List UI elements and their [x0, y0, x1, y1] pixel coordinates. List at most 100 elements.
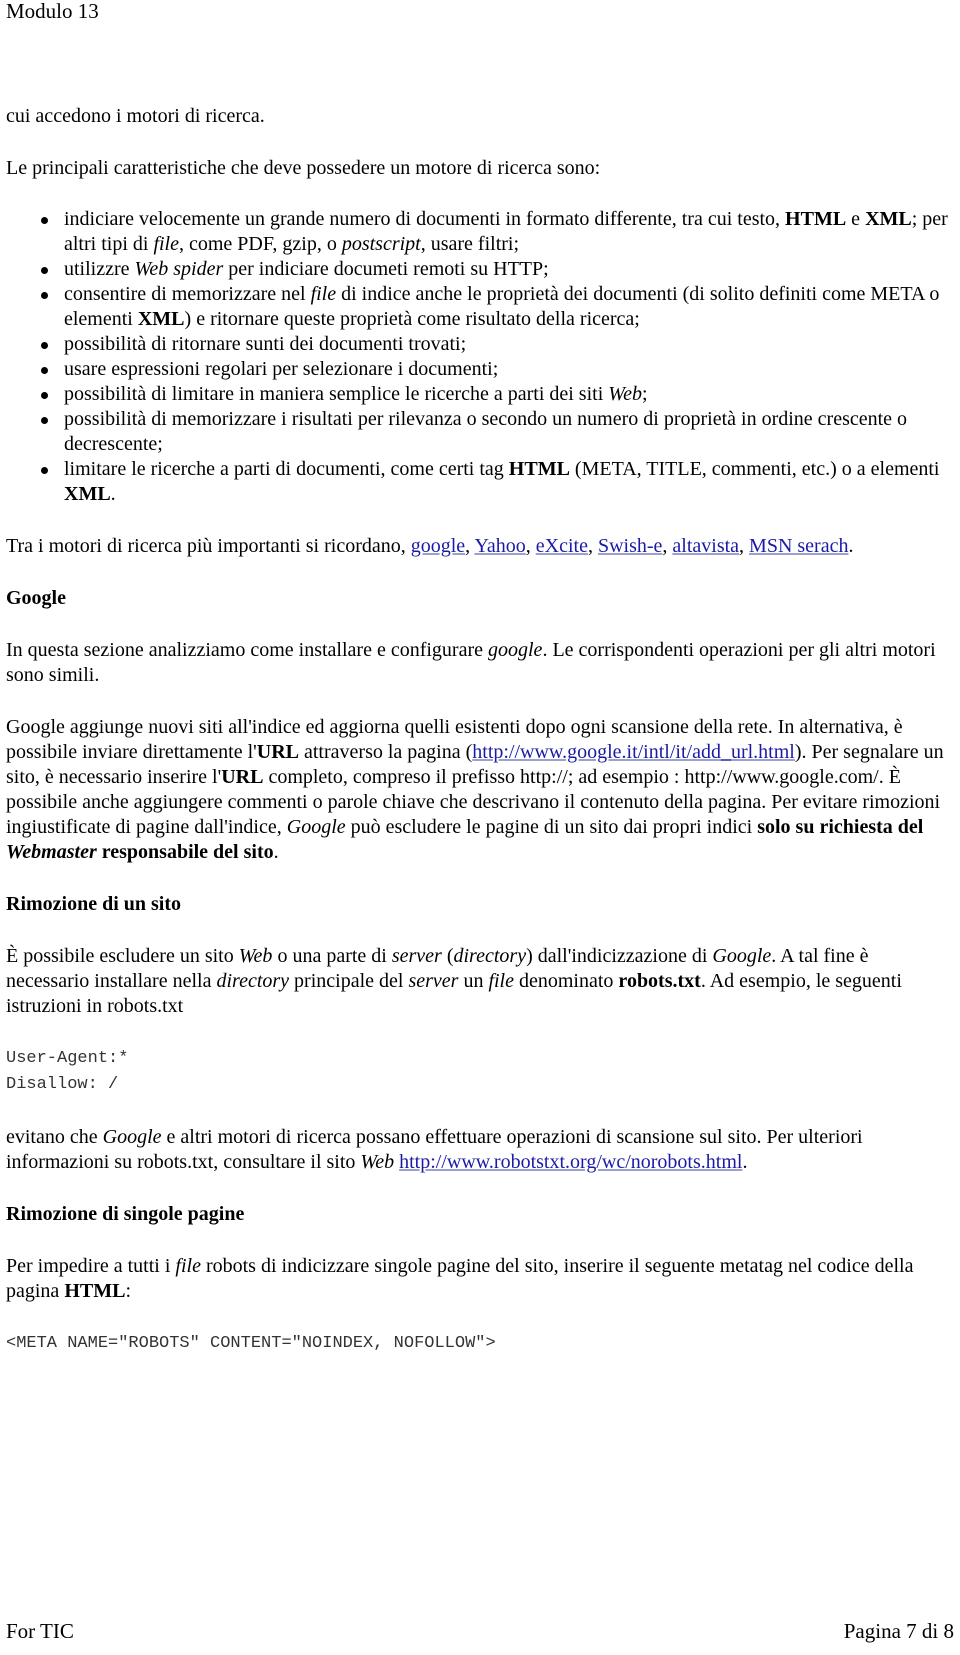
bullet-icon [41, 392, 48, 399]
text-run: attraverso la pagina ( [299, 741, 473, 763]
text-run: indiciare velocemente un grande numero d… [64, 208, 786, 230]
bold-text: URL [221, 766, 264, 788]
module-title: Modulo 13 [6, 0, 99, 23]
text-run: ) dall'indicizzazione di [526, 945, 713, 967]
italic-text: server [391, 945, 442, 967]
text-run: . [742, 1151, 748, 1173]
search-engine-link-altavista[interactable]: altavista [672, 535, 739, 557]
separator: , [662, 535, 673, 557]
feature-list-item: usare espressioni regolari per seleziona… [41, 357, 954, 382]
engines-lead: Tra i motori di ricerca più importanti s… [6, 535, 411, 557]
feature-list-item: possibilità di limitare in maniera sempl… [41, 382, 954, 407]
text-run: ) e ritornare queste proprietà come risu… [184, 308, 640, 330]
italic-text: directory [453, 945, 527, 967]
bold-text: XML [137, 308, 185, 330]
bold-text: HTML [785, 208, 847, 230]
italic-text: Google [102, 1126, 162, 1148]
bold-text: robots.txt [618, 970, 701, 992]
search-engine-link-excite[interactable]: eXcite [536, 535, 588, 557]
search-engine-link-yahoo[interactable]: Yahoo [474, 535, 525, 557]
features-lead: Le principali caratteristiche che deve p… [6, 157, 601, 179]
search-engine-link-msn-serach[interactable]: MSN serach [749, 535, 848, 557]
feature-list-item: possibilità di ritornare sunti dei docum… [41, 332, 954, 357]
bold-text: XML [64, 483, 111, 505]
bold-text: HTML [508, 458, 570, 480]
text-run: possibilità di ritornare sunti dei docum… [64, 333, 467, 355]
bullet-icon [41, 467, 48, 474]
engines-links: google, Yahoo, eXcite, Swish-e, altavist… [411, 535, 854, 557]
inline-link[interactable]: http://www.google.it/intl/it/add_url.htm… [472, 741, 795, 763]
continuation-text: cui accedono i motori di ricerca. [6, 105, 265, 127]
italic-text: server [408, 970, 459, 992]
section-heading-site-removal: Rimozione di un sito [6, 893, 182, 915]
search-engine-link-swish-e[interactable]: Swish-e [598, 535, 662, 557]
italic-text: file [175, 1255, 201, 1277]
bold-text: XML [865, 208, 912, 230]
italic-text: postscript [341, 233, 421, 255]
italic-text: file [153, 233, 179, 255]
text-run: È possibile escludere un sito [6, 945, 239, 967]
site-removal-paragraph: È possibile escludere un sito Web o una … [6, 944, 954, 1019]
section-heading-google: Google [6, 587, 66, 609]
page-footer: For TIC Pagina 7 di 8 [6, 1618, 954, 1644]
text-run: . [273, 841, 279, 863]
bullet-icon [41, 417, 48, 424]
text-run: (META, TITLE, commenti, etc.) o a elemen… [569, 458, 940, 480]
text-run: In questa sezione analizziamo come insta… [6, 639, 488, 661]
text-run: un [458, 970, 489, 992]
bold-text: URL [256, 741, 299, 763]
inline-link[interactable]: http://www.robotstxt.org/wc/norobots.htm… [399, 1151, 742, 1173]
italic-text: file [310, 283, 337, 305]
text-run: : [125, 1280, 131, 1302]
text-run: o una parte di [272, 945, 392, 967]
text-run: ( [441, 945, 454, 967]
text-run: e [846, 208, 866, 230]
document-body: cui accedono i motori di ricerca. Le pri… [6, 104, 954, 1384]
text-run: evitano che [6, 1126, 103, 1148]
section-heading-page-removal: Rimozione di singole pagine [6, 1203, 245, 1225]
italic-text: directory [216, 970, 290, 992]
features-list: indiciare velocemente un grande numero d… [6, 207, 954, 507]
text-run: . [110, 483, 116, 505]
meta-tag-code: <META NAME="ROBOTS" CONTENT="NOINDEX, NO… [6, 1334, 496, 1353]
text-run: possibilità di limitare in maniera sempl… [64, 383, 609, 405]
italic-text: Google [712, 945, 772, 967]
google-intro-paragraph: In questa sezione analizziamo come insta… [6, 638, 954, 688]
page-header: Modulo 13 [6, 0, 99, 24]
italic-text: Google [286, 816, 346, 838]
page-removal-paragraph: Per impedire a tutti i file robots di in… [6, 1254, 954, 1304]
feature-list-item: indiciare velocemente un grande numero d… [41, 207, 954, 257]
text-run: possibilità di memorizzare i risultati p… [64, 408, 908, 455]
feature-list-item: possibilità di memorizzare i risultati p… [41, 407, 954, 457]
italic-text: google [488, 639, 543, 661]
engines-paragraph: Tra i motori di ricerca più importanti s… [6, 534, 954, 559]
text-run: Per impedire a tutti i [6, 1255, 176, 1277]
bold-text: responsabile del sito [96, 841, 274, 863]
italic-text: Web [608, 383, 642, 405]
text-run: può escludere le pagine di un sito dai p… [345, 816, 758, 838]
text-run: principale del [289, 970, 409, 992]
search-engine-link-google[interactable]: google [411, 535, 465, 557]
robots-txt-code: User-Agent:* Disallow: / [6, 1049, 129, 1094]
google-indexing-paragraph: Google aggiunge nuovi siti all'indice ed… [6, 715, 954, 865]
feature-list-item: utilizzre Web spider per indiciare docum… [41, 257, 954, 282]
feature-list-item: consentire di memorizzare nel file di in… [41, 282, 954, 332]
italic-text: Web spider [134, 258, 224, 280]
italic-text: Web [238, 945, 273, 967]
robots-info-paragraph: evitano che Google e altri motori di ric… [6, 1125, 954, 1175]
separator: . [848, 535, 854, 557]
bullet-icon [41, 342, 48, 349]
bullet-icon [41, 292, 48, 299]
italic-text: Web [360, 1151, 395, 1173]
text-run: usare espressioni regolari per seleziona… [64, 358, 499, 380]
text-run: per indiciare documeti remoti su HTTP; [223, 258, 549, 280]
bold-text: HTML [64, 1280, 126, 1302]
page-number: Pagina 7 di 8 [843, 1619, 954, 1643]
text-run: utilizzre [64, 258, 135, 280]
bullet-icon [41, 267, 48, 274]
bold-text: Webmaster [6, 841, 97, 863]
feature-list-item: limitare le ricerche a parti di document… [41, 457, 954, 507]
bold-text: solo su richiesta del [757, 816, 924, 838]
italic-text: file [488, 970, 514, 992]
separator: , [739, 535, 750, 557]
